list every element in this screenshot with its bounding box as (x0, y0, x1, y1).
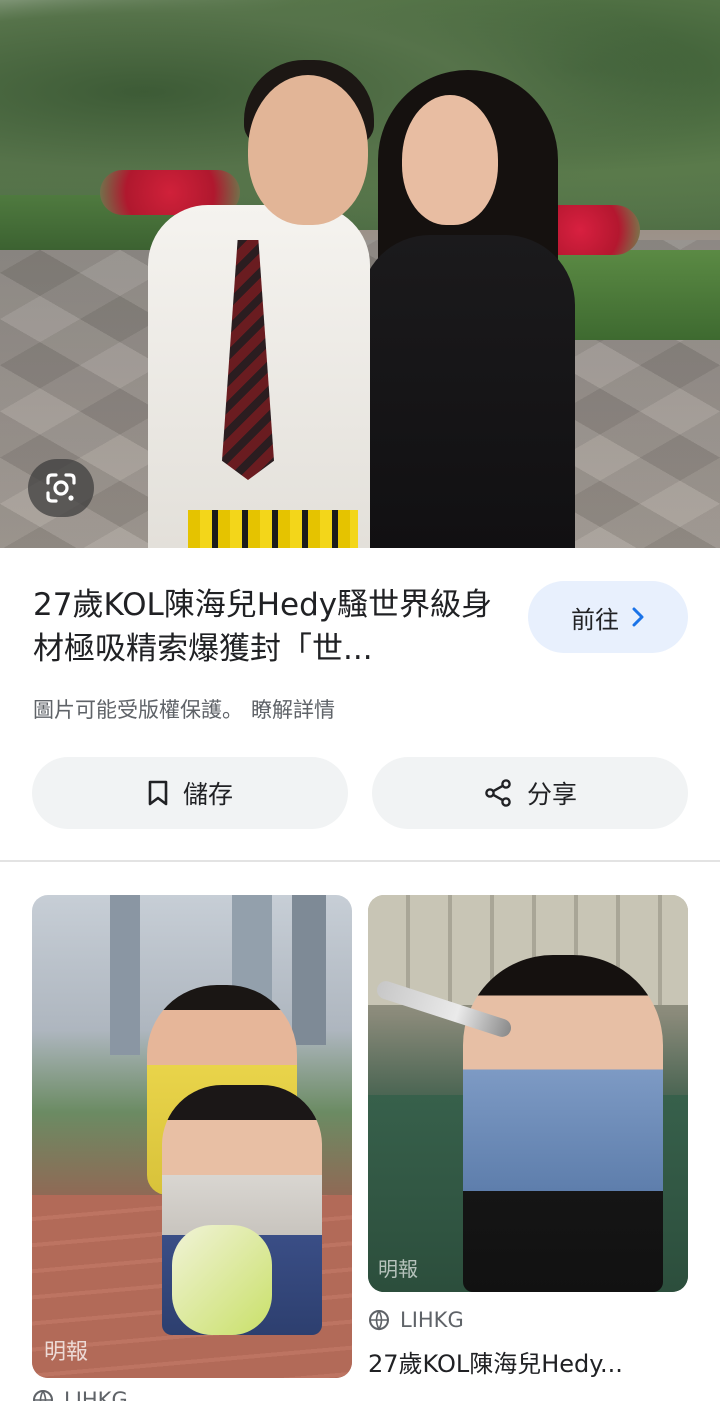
google-lens-button[interactable] (28, 459, 94, 517)
censor-overlay (188, 510, 358, 548)
copyright-notice: 圖片可能受版權保護。 瞭解詳情 (33, 694, 335, 724)
related-source-label: LIHKG (400, 1308, 464, 1332)
related-title-2[interactable]: 27歲KOL陳海兒Hedy... (368, 1344, 688, 1379)
background-building (110, 895, 140, 1055)
related-image-1[interactable]: 明報 (32, 895, 352, 1378)
related-image-2[interactable]: 明報 (368, 895, 688, 1292)
save-button[interactable]: 儲存 (32, 757, 348, 829)
main-image[interactable] (0, 0, 720, 548)
photo-subject (402, 95, 498, 225)
photo-subject (172, 1225, 272, 1335)
related-source-2[interactable]: LIHKG (368, 1308, 464, 1332)
related-source-label: LIHKG (64, 1388, 128, 1401)
chevron-right-icon (632, 607, 644, 627)
section-divider (0, 860, 720, 862)
globe-icon (33, 1390, 53, 1401)
share-button-label: 分享 (526, 780, 577, 809)
copyright-text: 圖片可能受版權保護。 (33, 698, 243, 722)
result-title[interactable]: 27歲KOL陳海兒Hedy騷世界級身材極吸精索爆獲封「世... (33, 583, 503, 671)
photo-subject (360, 235, 575, 548)
globe-icon (369, 1310, 389, 1331)
photo-subject (248, 75, 368, 225)
share-button[interactable]: 分享 (372, 757, 688, 829)
photo-subject (463, 955, 663, 1292)
visit-button-label: 前往 (571, 605, 619, 634)
watermark: 明報 (44, 1340, 89, 1365)
watermark: 明報 (378, 1257, 418, 1281)
learn-more-link[interactable]: 瞭解詳情 (251, 698, 335, 722)
share-icon (485, 779, 511, 807)
bookmark-icon (148, 780, 168, 806)
background-building (292, 895, 326, 1045)
google-lens-icon (46, 473, 76, 503)
visit-button[interactable]: 前往 (528, 581, 688, 653)
save-button-label: 儲存 (182, 780, 233, 809)
related-source-1[interactable]: LIHKG (32, 1388, 128, 1401)
